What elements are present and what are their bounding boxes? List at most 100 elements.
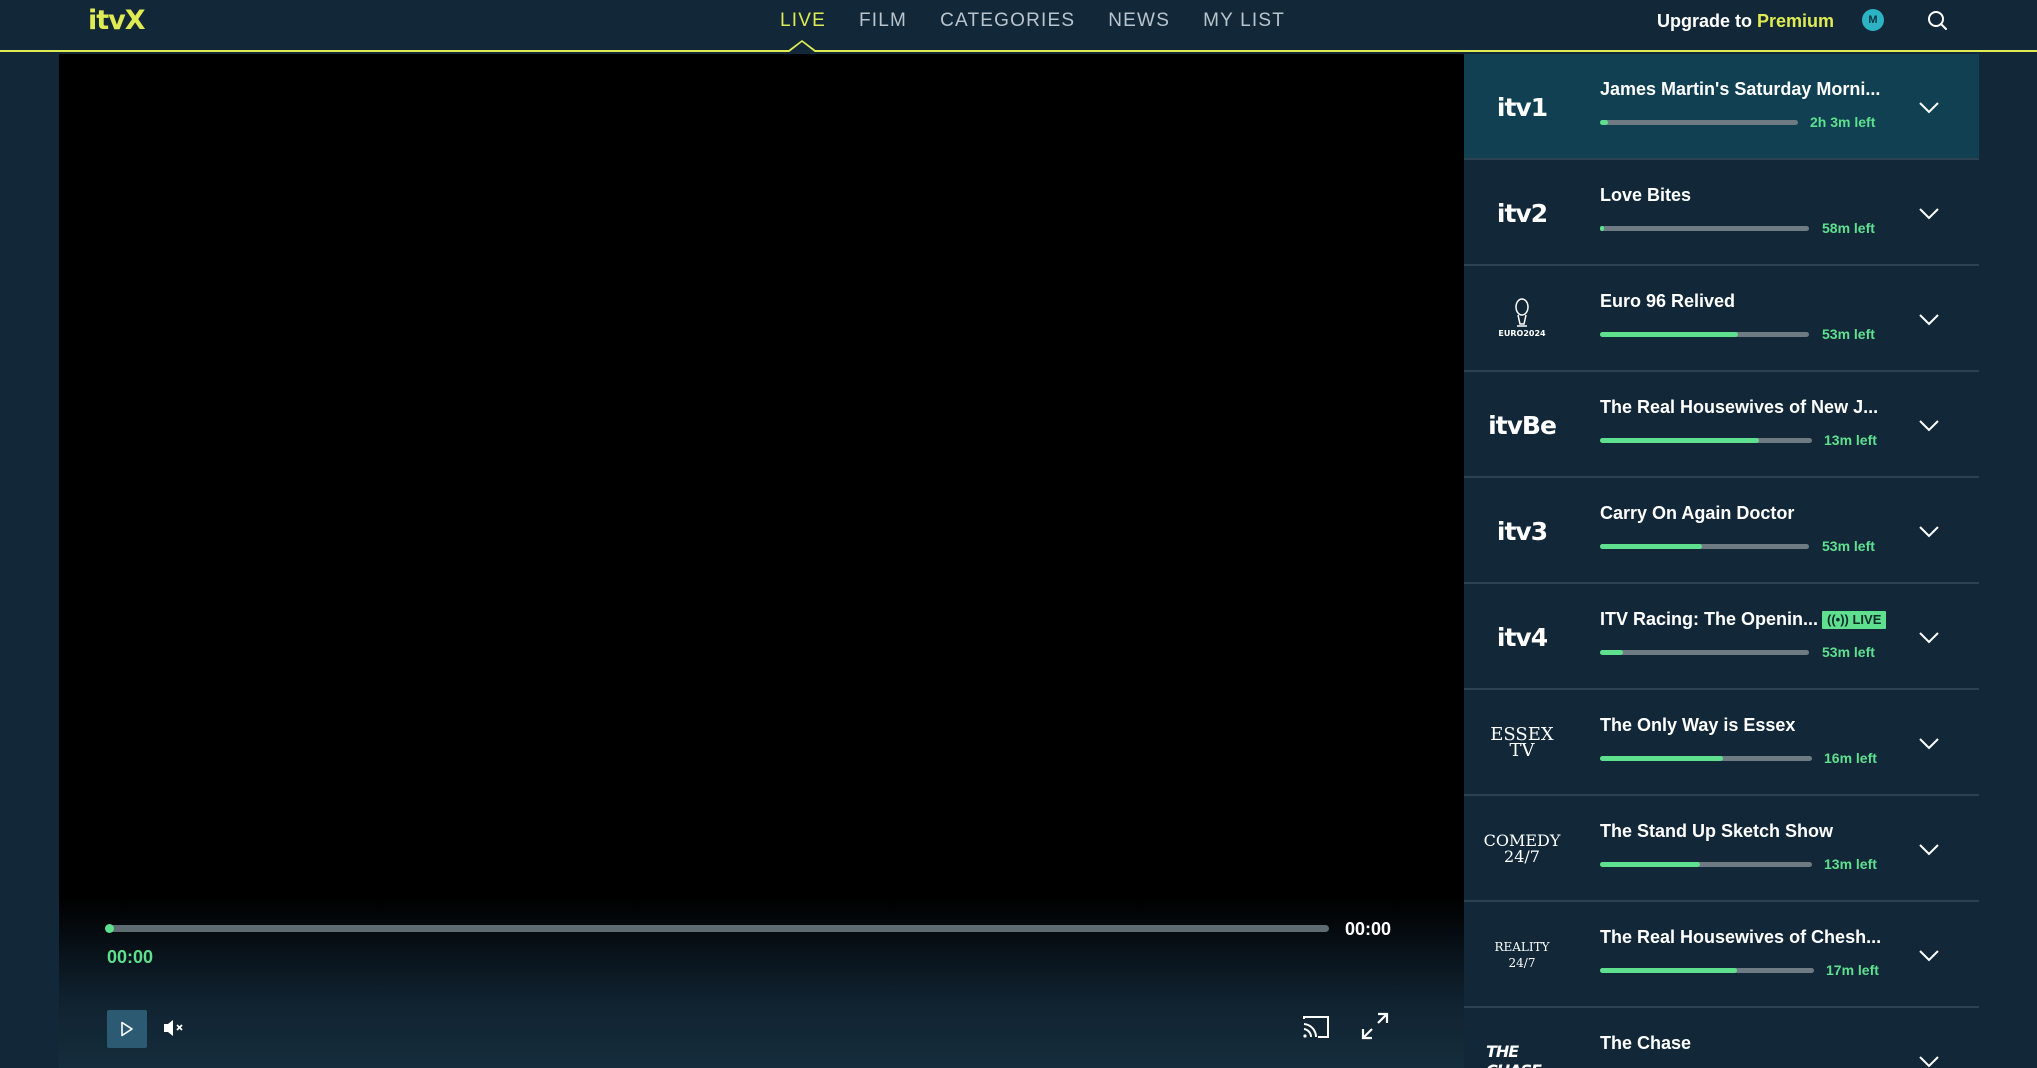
itvx-logo[interactable]: itvX <box>88 6 146 36</box>
video-player[interactable]: 00:00 00:00 <box>59 54 1464 1068</box>
programme-title: The Chase <box>1600 1033 1692 1053</box>
programme-progress <box>1600 332 1809 337</box>
nav-film[interactable]: FILM <box>859 10 907 32</box>
live-badge-label: LIVE <box>1852 612 1882 627</box>
euro2024-logo-text: EURO2024 <box>1498 329 1546 338</box>
seek-handle[interactable] <box>105 924 114 933</box>
upgrade-premium-link[interactable]: Upgrade to Premium <box>1657 10 1834 32</box>
essex-tv-logo: ESSEX TV <box>1490 724 1554 761</box>
itv4-logo: itv4 <box>1496 622 1548 652</box>
nav-categories[interactable]: CATEGORIES <box>940 10 1075 32</box>
progress-fill <box>1600 544 1703 549</box>
programme-progress <box>1600 968 1814 973</box>
mute-icon <box>164 1020 183 1036</box>
progress-fill <box>1600 862 1700 867</box>
live-badge: ((•)) LIVE <box>1822 611 1887 629</box>
programme-title: The Real Housewives of Chesh... <box>1600 927 1882 947</box>
play-button[interactable] <box>107 1010 147 1048</box>
premium-label: Premium <box>1757 11 1835 31</box>
programme-title: The Real Housewives of New J... <box>1600 397 1879 417</box>
progress-fill <box>1600 756 1723 761</box>
programme-progress <box>1600 438 1812 443</box>
programme-progress <box>1600 756 1812 761</box>
progress-fill <box>1600 226 1605 231</box>
upgrade-label: Upgrade to <box>1657 11 1753 31</box>
itv3-logo: itv3 <box>1496 516 1548 546</box>
trophy-icon <box>1515 298 1529 327</box>
channel-row-itvbe[interactable]: itvBe The Real Housewives of New J... 13… <box>1464 372 1979 478</box>
nav-my-list[interactable]: MY LIST <box>1203 10 1285 32</box>
progress-fill <box>1600 332 1738 337</box>
nav-live[interactable]: LIVE <box>780 10 826 32</box>
live-channel-list[interactable]: itv1 James Martin's Saturday Morni... 2h… <box>1464 54 1979 1068</box>
channel-row-comedy-24-7[interactable]: COMEDY 24/7 The Stand Up Sketch Show 13m… <box>1464 796 1979 902</box>
programme-title: Euro 96 Relived <box>1600 291 1736 311</box>
chevron-down-icon[interactable] <box>1914 622 1944 652</box>
programme-progress <box>1600 544 1809 549</box>
seek-bar[interactable] <box>105 924 1329 933</box>
time-left: 16m left <box>1824 750 1877 766</box>
chevron-down-icon[interactable] <box>1914 834 1944 864</box>
itv1-logo: itv1 <box>1496 92 1548 122</box>
channel-row-itv1[interactable]: itv1 James Martin's Saturday Morni... 2h… <box>1464 54 1979 160</box>
fullscreen-button[interactable] <box>1359 1010 1391 1042</box>
play-icon <box>121 1021 133 1037</box>
mute-button[interactable] <box>161 1015 189 1041</box>
top-nav-bar: itvX LIVE FILM CATEGORIES NEWS MY LIST U… <box>0 0 2037 53</box>
cast-icon <box>1303 1016 1329 1038</box>
chevron-down-icon[interactable] <box>1914 304 1944 334</box>
time-left: 53m left <box>1822 644 1875 660</box>
programme-progress <box>1600 862 1812 867</box>
progress-fill <box>1600 120 1608 125</box>
chevron-down-icon[interactable] <box>1914 516 1944 546</box>
programme-progress <box>1600 120 1798 125</box>
chevron-down-icon[interactable] <box>1914 410 1944 440</box>
chevron-down-icon[interactable] <box>1914 1046 1944 1068</box>
duration-time: 00:00 <box>1345 919 1392 939</box>
time-left: 13m left <box>1824 432 1877 448</box>
programme-title: The Only Way is Essex <box>1600 715 1796 735</box>
programme-title: Carry On Again Doctor <box>1600 503 1795 523</box>
the-chase-logo: THE CHASE <box>1486 1042 1542 1068</box>
programme-title: Love Bites <box>1600 185 1692 205</box>
time-left: 53m left <box>1822 538 1875 554</box>
search-icon[interactable] <box>1925 8 1951 34</box>
programme-progress <box>1600 226 1809 231</box>
fullscreen-icon <box>1361 1012 1389 1040</box>
profile-avatar[interactable]: M <box>1862 9 1884 31</box>
euro2024-logo: EURO2024 <box>1486 296 1558 342</box>
programme-title: James Martin's Saturday Morni... <box>1600 79 1881 99</box>
time-left: 2h 3m left <box>1810 114 1876 130</box>
programme-title: The Stand Up Sketch Show <box>1600 821 1834 841</box>
time-left: 53m left <box>1822 326 1875 342</box>
time-left: 58m left <box>1822 220 1875 236</box>
programme-progress <box>1600 650 1809 655</box>
broadcast-icon: ((•)) <box>1827 612 1853 627</box>
cast-button[interactable] <box>1300 1012 1332 1042</box>
channel-row-itv2[interactable]: itv2 Love Bites 58m left <box>1464 160 1979 266</box>
itvbe-logo: itvBe <box>1488 410 1557 440</box>
nav-news[interactable]: NEWS <box>1108 10 1170 32</box>
channel-row-itv4[interactable]: itv4 ITV Racing: The Openin... ((•)) LIV… <box>1464 584 1979 690</box>
progress-fill <box>1600 438 1759 443</box>
current-time: 00:00 <box>107 947 154 967</box>
controls-gradient <box>59 898 1464 1068</box>
progress-fill <box>1600 968 1737 973</box>
channel-row-itv3[interactable]: itv3 Carry On Again Doctor 53m left <box>1464 478 1979 584</box>
comedy-24-7-logo: COMEDY 24/7 <box>1483 831 1561 866</box>
channel-row-the-chase[interactable]: THE CHASE The Chase <box>1464 1008 1979 1068</box>
reality-24-7-logo: REALITY 24/7 <box>1494 940 1550 970</box>
progress-fill <box>1600 650 1623 655</box>
channel-row-euro2024[interactable]: EURO2024 Euro 96 Relived 53m left <box>1464 266 1979 372</box>
chevron-down-icon[interactable] <box>1914 728 1944 758</box>
programme-title: ITV Racing: The Openin... <box>1600 609 1819 629</box>
chevron-down-icon[interactable] <box>1914 940 1944 970</box>
time-left: 17m left <box>1826 962 1879 978</box>
itv2-logo: itv2 <box>1496 198 1548 228</box>
channel-row-reality-24-7[interactable]: REALITY 24/7 The Real Housewives of Ches… <box>1464 902 1979 1008</box>
time-left: 13m left <box>1824 856 1877 872</box>
chevron-down-icon[interactable] <box>1914 198 1944 228</box>
chevron-down-icon[interactable] <box>1914 92 1944 122</box>
main-nav: LIVE FILM CATEGORIES NEWS MY LIST <box>780 10 1285 32</box>
channel-row-essex-tv[interactable]: ESSEX TV The Only Way is Essex 16m left <box>1464 690 1979 796</box>
